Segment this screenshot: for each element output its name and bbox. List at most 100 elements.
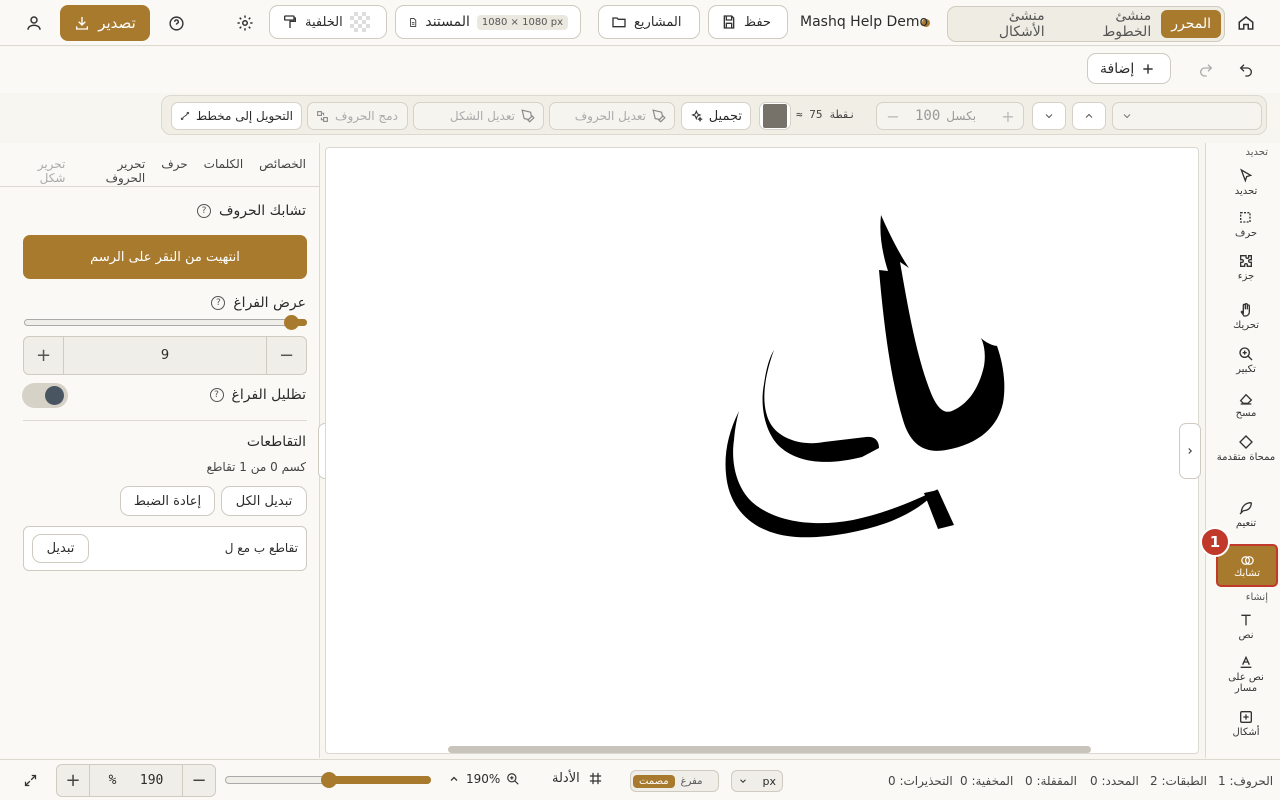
tool-erase[interactable]: مسح (1216, 390, 1276, 419)
gap-shade-toggle[interactable] (22, 383, 68, 408)
tool-advanced-eraser[interactable]: ممحاة متقدمة (1216, 434, 1276, 463)
calligraphy-artwork[interactable] (326, 148, 1200, 755)
gap-width-slider[interactable] (24, 315, 307, 330)
color-swatch (763, 104, 787, 128)
tab-properties[interactable]: الخصائص (259, 153, 306, 186)
cursor-icon (1240, 168, 1253, 183)
collapse-right-panel-button[interactable] (1179, 423, 1201, 479)
tool-text[interactable]: نص (1216, 612, 1276, 641)
ba-lower-stroke[interactable] (725, 411, 938, 538)
gap-slider-thumb[interactable] (284, 315, 299, 330)
gap-stepper: + 9 − (23, 336, 307, 375)
tool-text-on-path[interactable]: نص على مسار (1216, 654, 1276, 694)
gap-increase-button[interactable]: + (24, 337, 64, 374)
intersections-title: التقاطعات (246, 434, 306, 450)
text-icon (1241, 614, 1251, 626)
gear-icon[interactable] (230, 8, 260, 38)
tab-words[interactable]: الكلمات (204, 153, 243, 186)
edit-letters-button[interactable]: تعديل الحروف (549, 102, 675, 130)
tab-font-builder[interactable]: منشئ الخطوط (1055, 8, 1162, 40)
tool-part[interactable]: جزء (1216, 253, 1276, 282)
weave-section-title: تشابك الحروف ? (197, 203, 306, 219)
project-name: Mashq Help Demo (800, 14, 929, 30)
redo-icon[interactable] (1191, 55, 1221, 85)
size-value[interactable]: 100 (915, 108, 940, 124)
tool-zoom[interactable]: تكبير (1216, 346, 1276, 375)
hidden-count: المخفية: 0 (960, 774, 1014, 788)
zoom-input[interactable]: 190 % (90, 773, 182, 788)
unit-select[interactable]: px (731, 770, 783, 792)
tool-smooth[interactable]: تنعيم (1216, 500, 1276, 529)
tab-letter-edit[interactable]: تحرير الحروف (81, 153, 146, 186)
chevron-up-button[interactable] (1072, 102, 1106, 130)
canvas-scrollbar[interactable] (448, 746, 1091, 753)
chevron-down-button[interactable] (1032, 102, 1066, 130)
ba-upper-stroke[interactable] (762, 350, 879, 462)
zoom-slider-thumb[interactable] (321, 772, 337, 788)
path-icon (180, 111, 190, 121)
ba-tail-stroke[interactable] (924, 490, 954, 529)
layers-count: الطبقات: 2 (1150, 774, 1207, 788)
merge-letters-button[interactable]: دمج الحروف (307, 102, 408, 130)
size-unit: بكسل (946, 109, 977, 123)
zoom-in-icon (507, 773, 519, 785)
undo-icon[interactable] (1231, 55, 1261, 85)
zoom-slider-fill (328, 776, 431, 784)
zoom-readout[interactable]: 190% (448, 772, 520, 786)
help-icon[interactable]: ? (211, 296, 226, 310)
history-bar: إضافة (0, 47, 1280, 93)
projects-button[interactable]: المشاريع (598, 5, 700, 39)
swap-button[interactable]: تبديل (32, 534, 89, 563)
add-shape-icon (1240, 711, 1252, 723)
zoom-in-button[interactable]: + (57, 765, 90, 796)
tab-shape-builder[interactable]: منشئ الأشكال (951, 8, 1055, 40)
drawing-canvas[interactable] (325, 147, 1199, 754)
letter-select-icon (1240, 212, 1251, 223)
convert-to-path-button[interactable]: التحويل إلى مخطط (171, 102, 302, 130)
save-button[interactable]: حفظ (708, 5, 788, 39)
document-button[interactable]: المستند 1080 × 1080 px (395, 5, 581, 39)
chevron-up-icon (1085, 113, 1093, 118)
beautify-button[interactable]: تجميل (681, 102, 751, 130)
reset-button[interactable]: إعادة الضبط (120, 486, 215, 516)
color-swatch-button[interactable] (759, 102, 791, 130)
edit-shape-button[interactable]: تعديل الشكل (413, 102, 544, 130)
tool-move[interactable]: تحريك (1216, 302, 1276, 331)
sparkles-icon (691, 109, 703, 122)
fill-solid-option[interactable]: مصمت (633, 774, 675, 788)
transparency-swatch (349, 12, 370, 32)
tab-editor[interactable]: المحرر (1161, 10, 1221, 38)
done-clicking-button[interactable]: انتهيت من النقر على الرسم (23, 235, 307, 279)
help-icon[interactable]: ? (209, 388, 224, 402)
tool-letter[interactable]: حرف (1216, 210, 1276, 239)
weave-icon (1240, 555, 1254, 565)
lam-stroke[interactable] (879, 215, 1005, 451)
size-decrease-button[interactable]: − (877, 107, 909, 126)
user-icon[interactable] (19, 8, 49, 38)
tool-select[interactable]: تحديد (1216, 168, 1276, 197)
swap-all-button[interactable]: تبديل الكل (221, 486, 307, 516)
help-icon[interactable]: ? (197, 204, 211, 218)
home-icon[interactable] (1231, 8, 1261, 38)
size-increase-button[interactable]: + (993, 107, 1023, 126)
zoom-out-button[interactable]: − (182, 765, 215, 796)
divider (23, 420, 307, 421)
fullscreen-icon[interactable] (15, 765, 45, 795)
gap-width-label: عرض الفراغ ? (211, 295, 306, 311)
tab-shape-edit[interactable]: تحرير شكل (14, 153, 66, 186)
tools-panel: تحديد تحديد حرف جزء تحريك تكبير مسح ممحا… (1200, 143, 1280, 758)
gap-value[interactable]: 9 (64, 348, 266, 363)
add-button[interactable]: إضافة (1087, 53, 1171, 84)
zoom-slider[interactable] (225, 772, 431, 788)
gap-decrease-button[interactable]: − (266, 337, 306, 374)
fill-hollow-option[interactable]: مفرغ (675, 775, 709, 788)
tool-shapes[interactable]: أشكال (1216, 709, 1276, 738)
export-button[interactable]: تصدير (60, 5, 150, 41)
tab-letter[interactable]: حرف (161, 153, 187, 186)
guides-toggle[interactable]: الأدلة (552, 771, 603, 786)
help-icon[interactable] (161, 8, 191, 38)
pen-tool-icon (521, 109, 535, 123)
letters-count: الحروف: 1 (1218, 774, 1274, 788)
font-select[interactable] (1112, 102, 1262, 130)
background-button[interactable]: الخلفية (269, 5, 387, 39)
